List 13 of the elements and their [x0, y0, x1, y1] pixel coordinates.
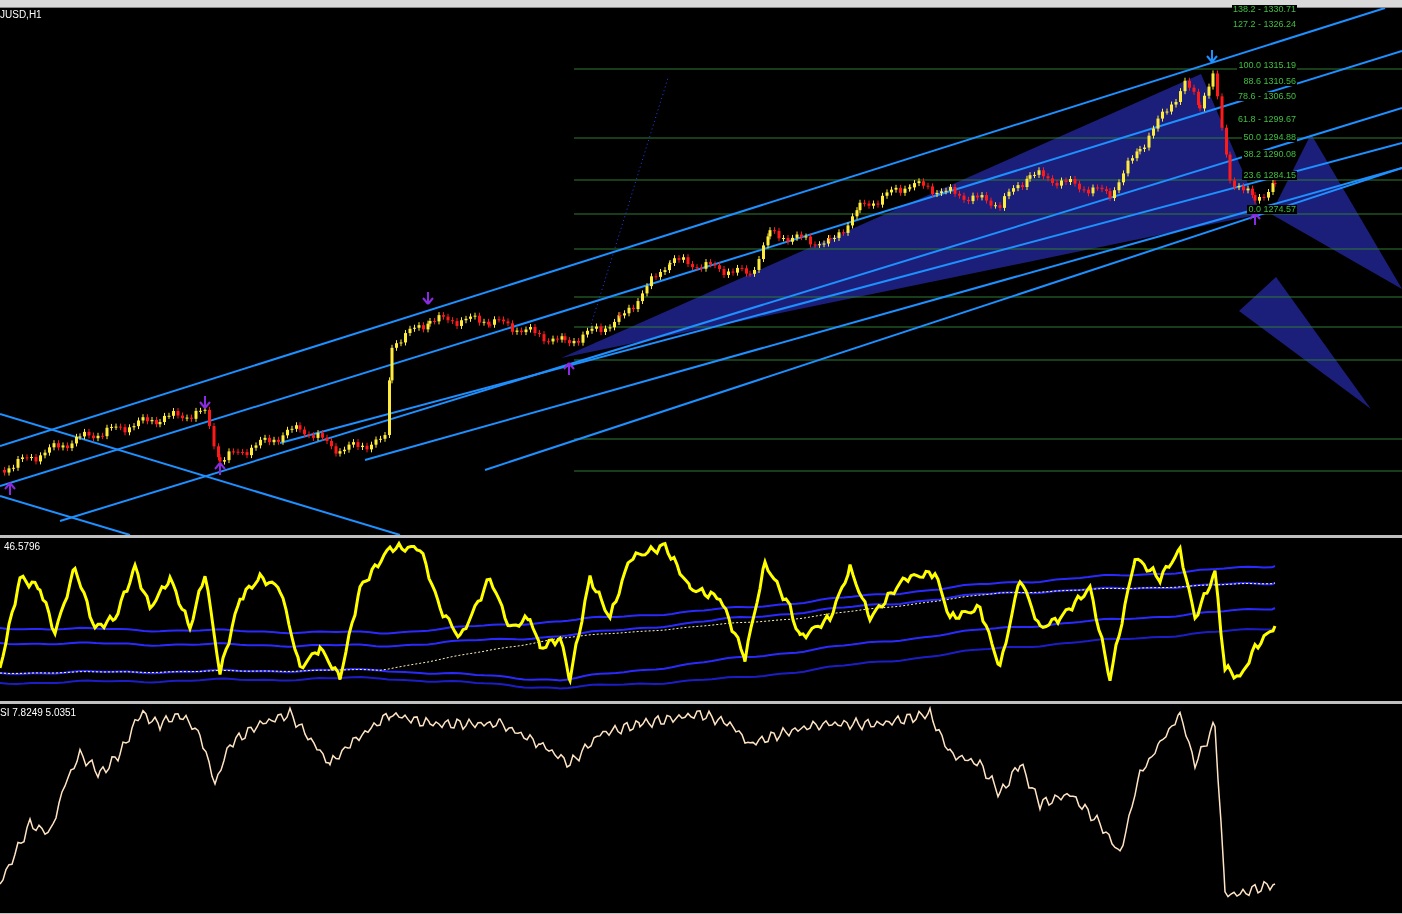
fibonacci-level-label: 38.2 1290.08	[1242, 150, 1297, 159]
indicator-value-label: SI 7.8249 5.0351	[0, 708, 77, 718]
fibonacci-level-label: 138.2 - 1330.71	[1231, 5, 1297, 14]
fibonacci-level-label: 61.8 - 1299.67	[1236, 115, 1297, 124]
indicator-value-label: 46.5796	[4, 542, 41, 552]
fibonacci-level-label: 88.6 1310.56	[1242, 77, 1297, 86]
chart-symbol-label: JUSD,H1	[0, 10, 42, 20]
fibonacci-level-label: 50.0 1294.88	[1242, 133, 1297, 142]
fibonacci-level-label: 23.6 1284.15	[1242, 171, 1297, 180]
fibonacci-level-label: 78.6 - 1306.50	[1236, 92, 1297, 101]
fibonacci-level-label: 127.2 - 1326.24	[1231, 20, 1297, 29]
fibonacci-level-label: 100.0 1315.19	[1237, 61, 1297, 70]
fibonacci-level-label: 0.0 1274.57	[1247, 205, 1297, 214]
